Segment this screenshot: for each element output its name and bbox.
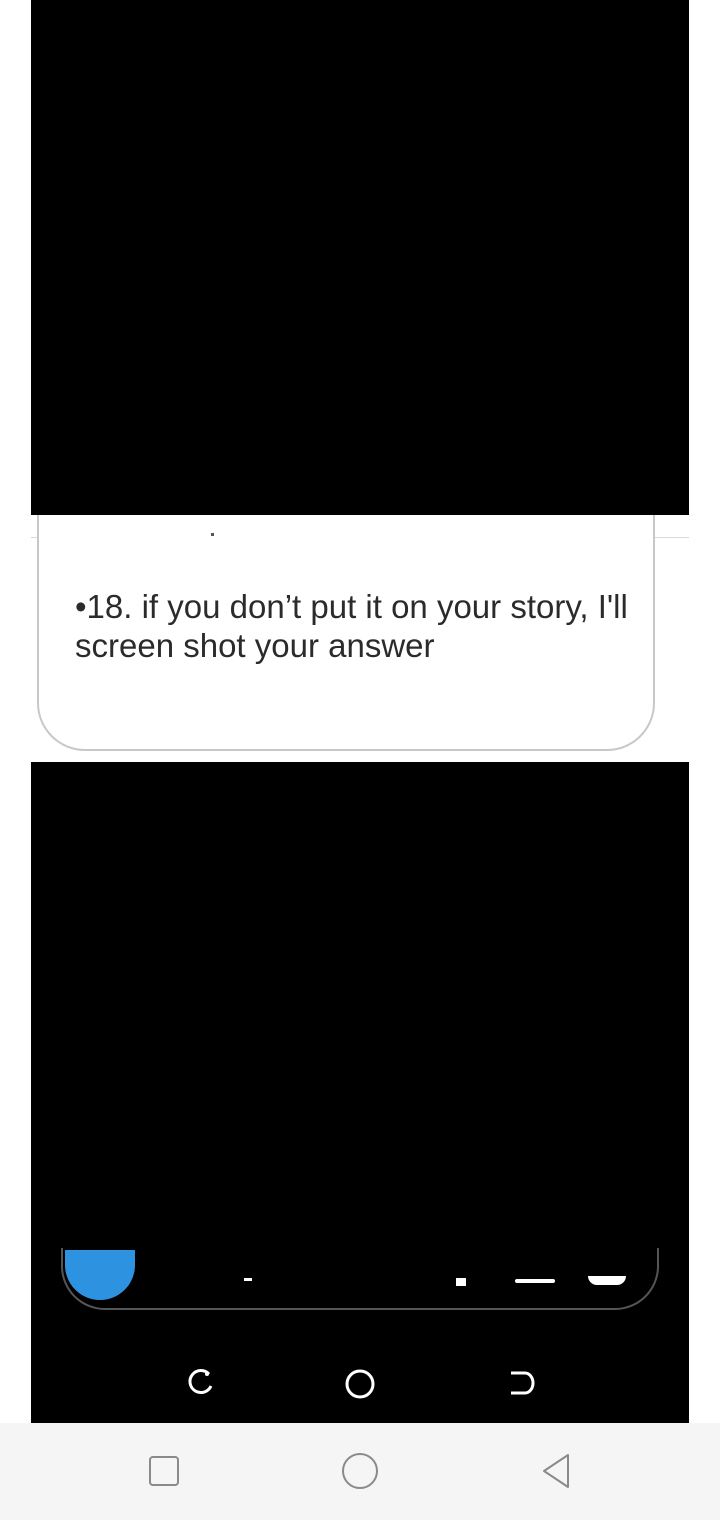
back-icon[interactable] — [505, 1368, 535, 1398]
triangle-back-icon[interactable] — [536, 1451, 576, 1491]
message-text: •18. if you don’t put it on your story, … — [75, 588, 628, 664]
message-card: •18. if you don’t put it on your story, … — [37, 515, 655, 751]
home-icon[interactable] — [344, 1368, 376, 1400]
composer-bar[interactable] — [61, 1248, 659, 1310]
screenshot-frame: •18. if you don’t put it on your story, … — [31, 0, 689, 1423]
composer-dash — [244, 1278, 252, 1281]
composer-round-icon — [588, 1276, 626, 1285]
composer-marker-icon — [456, 1278, 466, 1286]
message-strip: •18. if you don’t put it on your story, … — [31, 515, 689, 762]
inner-navigation-bar — [31, 1340, 689, 1423]
square-icon[interactable] — [144, 1451, 184, 1491]
recent-apps-icon[interactable] — [187, 1368, 215, 1398]
composer-line-icon — [515, 1279, 555, 1283]
decorative-dot — [211, 533, 214, 536]
circle-icon[interactable] — [340, 1451, 380, 1491]
system-navigation-bar — [0, 1423, 720, 1520]
